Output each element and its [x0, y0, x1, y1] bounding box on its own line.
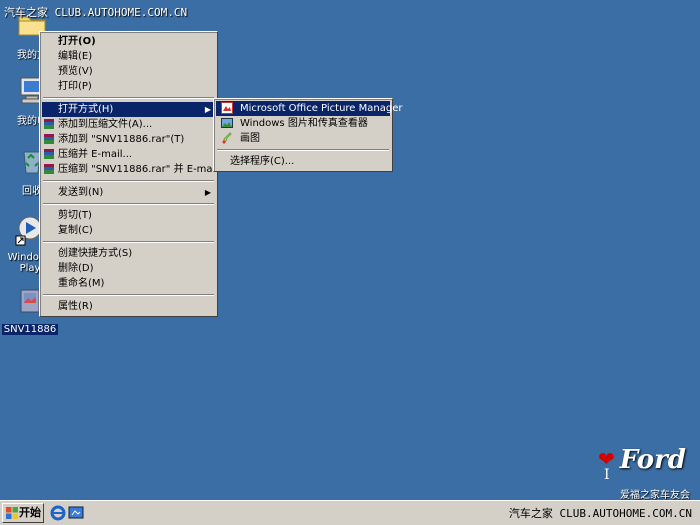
context-menu: 打开(O) 编辑(E) 预览(V) 打印(P) 打开方式(H) ▶ 添加到压缩文件…: [39, 31, 218, 317]
winrar-icon: [44, 119, 54, 129]
menu-separator: [217, 149, 389, 151]
menu-item-windows-picture-viewer[interactable]: Windows 图片和传真查看器: [216, 116, 390, 131]
menu-separator: [43, 294, 214, 296]
menu-item-label: Microsoft Office Picture Manager: [240, 103, 403, 114]
show-desktop-icon[interactable]: [68, 505, 84, 521]
menu-item-add-to-rar[interactable]: 添加到 "SNV11886.rar"(T): [42, 132, 215, 147]
menu-item-rename[interactable]: 重命名(M): [42, 276, 215, 291]
menu-item-label: 选择程序(C)...: [230, 156, 295, 167]
logo-letter: I: [604, 467, 610, 483]
winrar-icon: [44, 134, 54, 144]
desktop-icon-label: SNV11886: [1, 324, 59, 335]
menu-item-label: 编辑(E): [58, 51, 93, 62]
menu-item-label: 添加到 "SNV11886.rar"(T): [58, 134, 185, 145]
menu-item-compress-rar-email[interactable]: 压缩到 "SNV11886.rar" 并 E-mail: [42, 162, 219, 177]
menu-item-label: 添加到压缩文件(A)...: [58, 119, 153, 130]
menu-item-label: 压缩到 "SNV11886.rar" 并 E-mail: [58, 164, 219, 175]
menu-item-label: 打印(P): [58, 81, 92, 92]
menu-item-picture-manager[interactable]: Microsoft Office Picture Manager: [216, 101, 402, 116]
menu-item-edit[interactable]: 编辑(E): [42, 49, 215, 64]
menu-item-open[interactable]: 打开(O): [42, 34, 215, 49]
menu-separator: [43, 180, 214, 182]
internet-explorer-icon[interactable]: [50, 505, 66, 521]
logo-tagline: 爱福之家车友会: [620, 490, 690, 501]
picture-manager-icon: [221, 102, 233, 114]
menu-item-cut[interactable]: 剪切(T): [42, 208, 215, 223]
start-button[interactable]: 开始: [2, 503, 44, 523]
chevron-right-icon: ▶: [204, 188, 211, 197]
menu-item-label: 打开方式(H): [58, 104, 114, 115]
watermark-bottom: 汽车之家 CLUB.AUTOHOME.COM.CN: [508, 507, 692, 520]
winrar-icon: [44, 149, 54, 159]
menu-item-print[interactable]: 打印(P): [42, 79, 215, 94]
menu-item-choose-program[interactable]: 选择程序(C)...: [216, 154, 390, 169]
menu-item-label: 重命名(M): [58, 278, 105, 289]
menu-item-compress-email[interactable]: 压缩并 E-mail...: [42, 147, 215, 162]
menu-item-label: 打开(O): [58, 36, 96, 47]
menu-item-label: Windows 图片和传真查看器: [240, 118, 368, 129]
logo-brand: Ford: [619, 445, 686, 475]
paint-icon: [222, 132, 232, 144]
menu-item-label: 发送到(N): [58, 187, 104, 198]
menu-item-label: 压缩并 E-mail...: [58, 149, 133, 160]
picture-viewer-icon: [221, 118, 233, 128]
menu-item-label: 画图: [240, 133, 260, 144]
menu-item-add-to-archive[interactable]: 添加到压缩文件(A)...: [42, 117, 215, 132]
menu-item-open-with[interactable]: 打开方式(H) ▶: [42, 102, 215, 117]
menu-item-send-to[interactable]: 发送到(N) ▶: [42, 185, 215, 200]
menu-item-label: 剪切(T): [58, 210, 92, 221]
taskbar: 开始 汽车之家 CLUB.AUTOHOME.COM.CN: [0, 500, 700, 525]
menu-separator: [43, 241, 214, 243]
ford-club-logo: ❤ I Ford 爱福之家车友会: [592, 441, 692, 501]
menu-item-label: 预览(V): [58, 66, 93, 77]
watermark-top: 汽车之家 CLUB.AUTOHOME.COM.CN: [4, 6, 188, 19]
menu-item-preview[interactable]: 预览(V): [42, 64, 215, 79]
chevron-right-icon: ▶: [204, 105, 211, 114]
menu-item-copy[interactable]: 复制(C): [42, 223, 215, 238]
menu-item-label: 属性(R): [58, 301, 93, 312]
menu-item-label: 删除(D): [58, 263, 94, 274]
menu-item-label: 复制(C): [58, 225, 93, 236]
menu-item-label: 创建快捷方式(S): [58, 248, 133, 259]
menu-item-delete[interactable]: 删除(D): [42, 261, 215, 276]
start-label: 开始: [19, 506, 41, 519]
windows-flag-icon: [6, 507, 18, 519]
menu-item-create-shortcut[interactable]: 创建快捷方式(S): [42, 246, 215, 261]
menu-separator: [43, 203, 214, 205]
menu-item-paint[interactable]: 画图: [216, 131, 390, 146]
menu-separator: [43, 97, 214, 99]
open-with-submenu: Microsoft Office Picture Manager Windows…: [213, 98, 402, 172]
winrar-icon: [44, 164, 54, 174]
menu-item-properties[interactable]: 属性(R): [42, 299, 215, 314]
